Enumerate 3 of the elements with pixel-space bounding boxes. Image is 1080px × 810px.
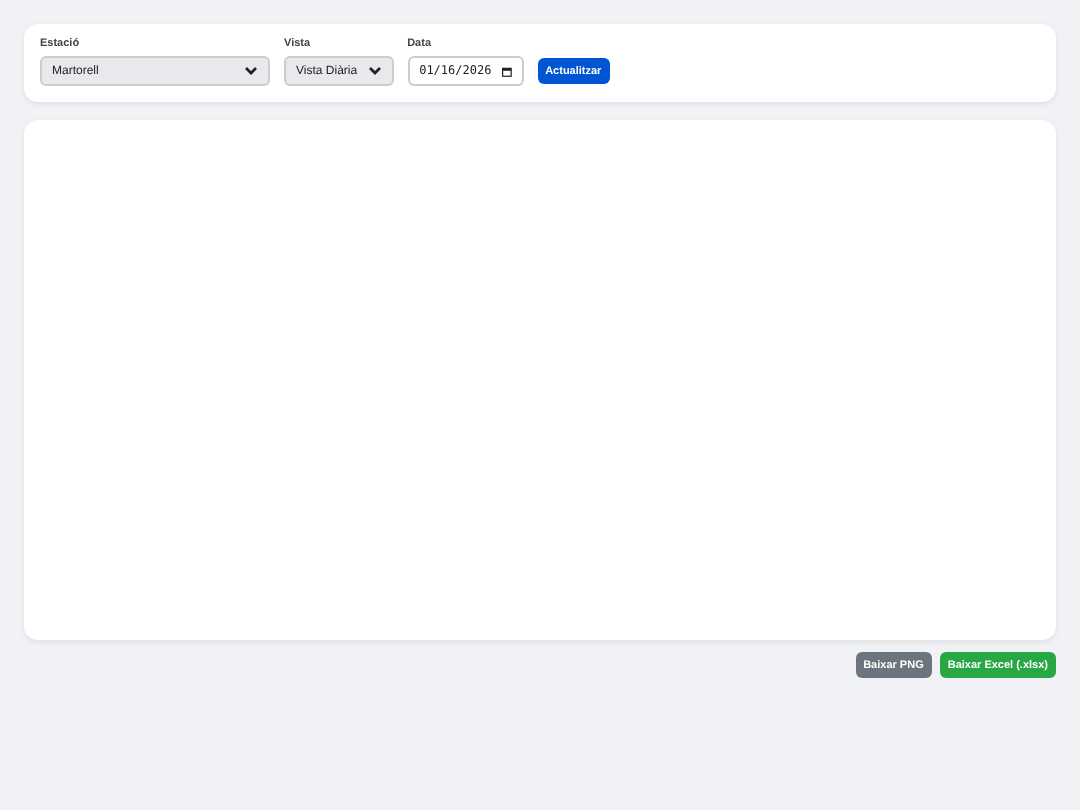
calendar-icon — [501, 63, 512, 79]
chevron-icon — [367, 66, 382, 76]
chevron-icon — [244, 66, 258, 76]
